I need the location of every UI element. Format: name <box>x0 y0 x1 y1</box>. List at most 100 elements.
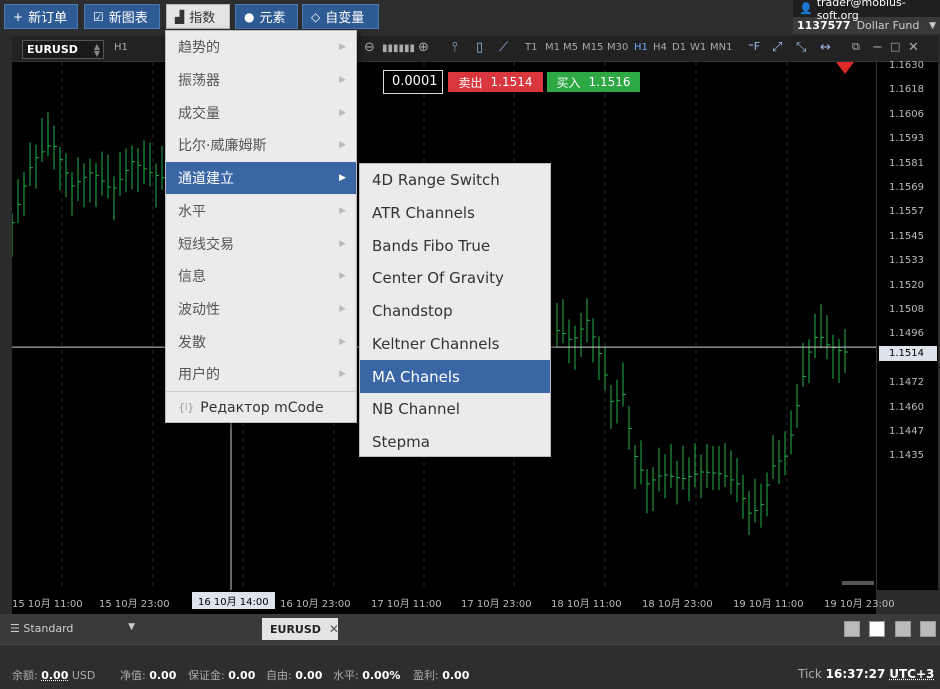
submenu-item[interactable]: Stepma <box>360 426 550 459</box>
close-tab-icon[interactable]: ✕ <box>329 622 339 636</box>
bar-chart-icon[interactable]: ⫯ <box>452 40 458 55</box>
time-tick-label: 19 10月 23:00 <box>824 599 895 610</box>
minimize-icon[interactable]: − <box>872 40 883 55</box>
submenu-item[interactable]: 4D Range Switch <box>360 164 550 197</box>
tf-T1[interactable]: T1 <box>525 42 537 53</box>
menu-item-user[interactable]: 用户的 ▶ <box>166 358 356 391</box>
chart-period[interactable]: H1 <box>114 42 128 53</box>
new-chart-button[interactable]: ☑ 新图表 <box>84 4 160 29</box>
variables-label: 自变量 <box>325 11 365 26</box>
symbol-select[interactable]: EURUSD ▲ ▼ <box>22 40 104 59</box>
elements-button[interactable]: ● 元素 <box>235 4 298 29</box>
price-tick-label: 1.1618 <box>889 84 924 96</box>
left-collapse-strip[interactable] <box>0 34 12 614</box>
zoom-in-icon[interactable]: ⊕ <box>418 40 429 55</box>
tf-W1[interactable]: W1 <box>690 42 706 53</box>
submenu-item[interactable]: Bands Fibo True <box>360 229 550 262</box>
chevron-right-icon: ▶ <box>339 75 346 86</box>
sell-button[interactable]: 卖出 1.1514 <box>448 72 543 92</box>
layout-select[interactable]: ☰ Standard ▼ <box>10 622 135 635</box>
chevron-down-icon[interactable]: ▼ <box>929 21 936 31</box>
tf-M1[interactable]: M1 <box>545 42 560 53</box>
tf-M30[interactable]: M30 <box>607 42 628 53</box>
new-order-button[interactable]: + 新订单 <box>4 4 78 29</box>
view-single-button[interactable] <box>844 621 860 637</box>
equity-label: 净值: <box>120 669 146 682</box>
menu-item-label: 信息 <box>178 269 206 286</box>
chevron-right-icon: ▶ <box>339 205 346 216</box>
detach-icon[interactable]: ⧉ <box>852 40 860 54</box>
submenu-item[interactable]: ATR Channels <box>360 197 550 230</box>
time-tick-label: 16 10月 23:00 <box>280 599 351 610</box>
zoom-out-icon[interactable]: ⊖ <box>364 40 375 55</box>
menu-item-volume[interactable]: 成交量 ▶ <box>166 96 356 129</box>
chevron-right-icon: ▶ <box>339 42 346 53</box>
layout-icon: ☰ <box>10 622 24 635</box>
submenu-item[interactable]: Keltner Channels <box>360 328 550 361</box>
buy-button[interactable]: 买入 1.1516 <box>547 72 640 92</box>
balance-value[interactable]: 0.00 <box>41 669 68 682</box>
price-tick-label: 1.1569 <box>889 182 924 193</box>
time-tick-label: 19 10月 11:00 <box>733 599 804 610</box>
chart-tab-eurusd[interactable]: EURUSD ✕ <box>262 618 339 640</box>
zoom-slider[interactable]: ▮▮▮▮▮▮ <box>382 43 415 54</box>
maximize-icon[interactable]: □ <box>890 40 900 53</box>
submenu-item[interactable]: Chandstop <box>360 295 550 328</box>
alert-marker <box>836 62 854 74</box>
submenu-item-selected[interactable]: MA Chanels <box>360 360 550 393</box>
menu-item-info[interactable]: 信息 ▶ <box>166 260 356 293</box>
buy-price: 1.1516 <box>588 75 631 89</box>
candle-chart-icon[interactable]: ▯ <box>476 40 483 55</box>
indicator-list-icon[interactable]: ⁼F <box>748 40 760 53</box>
timezone-select[interactable]: UTC+3 <box>889 667 934 681</box>
menu-item-channels[interactable]: 通道建立 ▶ <box>166 161 356 195</box>
menu-item-divergence[interactable]: 发散 ▶ <box>166 325 356 358</box>
time-tick-label: 18 10月 23:00 <box>642 599 713 610</box>
price-axis[interactable]: 1.1630 1.1618 1.1606 1.1593 1.1581 1.1569 1.15… <box>876 60 938 590</box>
spinner-icon[interactable]: ▲ ▼ <box>94 43 100 58</box>
chevron-right-icon: ▶ <box>339 369 346 380</box>
crosshair-icon[interactable]: ⤢ <box>772 40 782 55</box>
account-panel[interactable]: 👤 trader@mobius-soft.org 1137577 Dollar … <box>793 0 940 34</box>
line-chart-icon[interactable]: ⟋ <box>499 40 508 55</box>
close-icon[interactable]: ✕ <box>908 40 919 55</box>
view-rows-button[interactable] <box>920 621 936 637</box>
submenu-item[interactable]: NB Channel <box>360 393 550 426</box>
submenu-item[interactable]: Center Of Gravity <box>360 262 550 295</box>
menu-item-scalping[interactable]: 短线交易 ▶ <box>166 227 356 260</box>
new-order-label: 新订单 <box>28 11 68 26</box>
tf-M15[interactable]: M15 <box>582 42 603 53</box>
tf-MN1[interactable]: MN1 <box>710 42 732 53</box>
time-axis[interactable]: 15 10月 11:00 15 10月 23:00 16 10月 23:00 17 1… <box>12 590 895 614</box>
view-columns-button[interactable] <box>895 621 911 637</box>
menu-item-levels[interactable]: 水平 ▶ <box>166 195 356 228</box>
menu-item-volatility[interactable]: 波动性 ▶ <box>166 293 356 326</box>
scroll-thumb <box>842 581 874 585</box>
tf-H4[interactable]: H4 <box>653 42 667 53</box>
variables-button[interactable]: ◇ 自变量 <box>302 4 379 29</box>
tf-M5[interactable]: M5 <box>563 42 578 53</box>
menu-item-trend[interactable]: 趋势的 ▶ <box>166 31 356 64</box>
scale-icon[interactable]: ⤡ <box>796 40 806 55</box>
time-tick-label: 18 10月 11:00 <box>551 599 622 610</box>
indicators-label: 指数 <box>189 11 216 26</box>
time-value: 16:37:27 <box>825 667 886 681</box>
view-grid-button[interactable] <box>869 621 885 637</box>
menu-item-label: 发散 <box>178 334 206 351</box>
account-id: 1137577 <box>797 19 851 32</box>
price-tick-label: 1.1435 <box>889 450 924 462</box>
menu-item-bill-williams[interactable]: 比尔·威廉姆斯 ▶ <box>166 129 356 162</box>
account-fund: 1137577 Dollar Fund ▼ <box>793 17 940 34</box>
menu-item-label: 成交量 <box>178 105 220 122</box>
tf-D1[interactable]: D1 <box>672 42 686 53</box>
tf-H1[interactable]: H1 <box>634 42 648 53</box>
bottom-tab-bar: ☰ Standard ▼ EURUSD ✕ <box>0 614 940 644</box>
price-tick-label: 1.1606 <box>889 108 924 120</box>
menu-item-mcode-editor[interactable]: {⦚} Редактор mCode <box>166 390 356 424</box>
status-bar: 余额: 0.00 USD 净值: 0.00 保证金: 0.00 自由: 0.00… <box>0 644 940 689</box>
autoscroll-icon[interactable]: ↔ <box>820 40 831 55</box>
sell-price: 1.1514 <box>490 75 533 89</box>
menu-item-oscillators[interactable]: 振荡器 ▶ <box>166 64 356 97</box>
lot-input[interactable]: 0.0001 <box>383 70 443 94</box>
indicators-button[interactable]: ▟ 指数 <box>166 4 230 29</box>
